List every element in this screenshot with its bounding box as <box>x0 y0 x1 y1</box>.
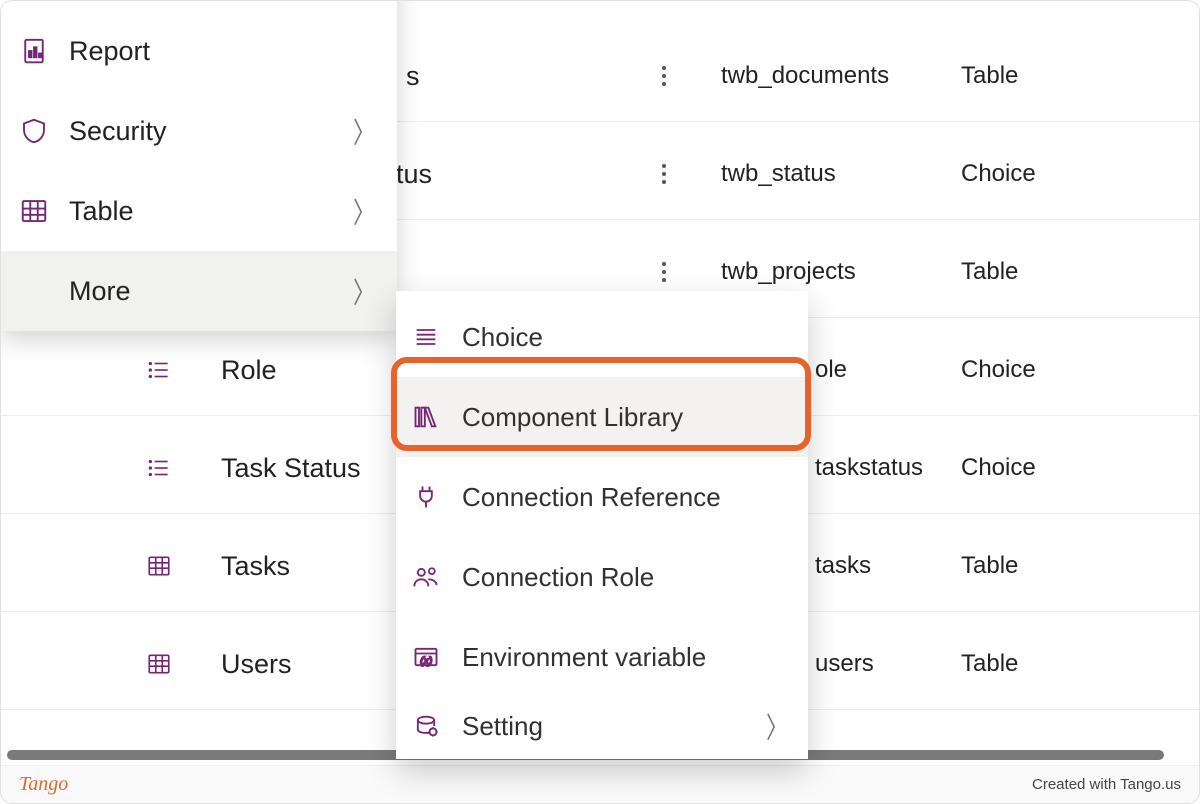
plug-icon <box>396 483 456 511</box>
row-actions[interactable] <box>652 262 676 282</box>
list-icon <box>139 357 179 383</box>
svg-text:(x): (x) <box>420 655 432 667</box>
cell-type: Choice <box>961 356 1036 384</box>
shield-icon <box>1 116 67 146</box>
menu-item-report[interactable]: Report <box>1 11 397 91</box>
submenu-item-choice[interactable]: Choice <box>396 297 808 377</box>
chevron-right-icon: 〉 <box>353 270 375 312</box>
menu-label: Table <box>67 196 134 227</box>
cell-display: Task Status <box>221 453 361 484</box>
menu-item-security[interactable]: Security 〉 <box>1 91 397 171</box>
report-icon <box>1 36 67 66</box>
cell-type: Table <box>961 62 1018 90</box>
menu-label: More <box>67 276 131 307</box>
tango-brand: Tango <box>19 773 68 796</box>
submenu-label: Component Library <box>456 402 683 433</box>
content-area: s twb_documents Table tus twb_status Cho… <box>1 1 1199 765</box>
table-icon <box>139 651 179 677</box>
cell-display: Tasks <box>221 551 290 582</box>
more-icon <box>652 164 676 184</box>
cell-type: Table <box>961 650 1018 678</box>
cell-name: twb_projects <box>721 258 856 286</box>
chevron-right-icon: 〉 <box>353 190 375 232</box>
cell-name-fragment: taskstatus <box>815 454 923 482</box>
submenu-label: Environment variable <box>456 642 706 673</box>
submenu-label: Connection Role <box>456 562 654 593</box>
menu-label: Report <box>67 36 150 67</box>
footer-credit: Created with Tango.us <box>1032 776 1181 793</box>
menu-label: Security <box>67 116 167 147</box>
footer: Tango Created with Tango.us <box>1 765 1199 803</box>
row-actions[interactable] <box>652 164 676 184</box>
app-frame: s twb_documents Table tus twb_status Cho… <box>0 0 1200 804</box>
more-icon <box>652 262 676 282</box>
cell-name-fragment: tasks <box>815 552 871 580</box>
cell-name: twb_status <box>721 160 836 188</box>
table-icon <box>139 553 179 579</box>
more-icon <box>652 66 676 86</box>
submenu-item-environment-variable[interactable]: (x) Environment variable <box>396 617 808 697</box>
setting-icon <box>396 712 456 740</box>
submenu-more: Choice Component Library Connection Refe… <box>396 291 808 759</box>
row-actions[interactable] <box>652 66 676 86</box>
menu-item-more[interactable]: More 〉 <box>1 251 397 331</box>
cell-display: Role <box>221 355 277 386</box>
submenu-item-component-library[interactable]: Component Library <box>396 377 808 457</box>
cell-name-fragment: users <box>815 650 874 678</box>
library-icon <box>396 403 456 431</box>
submenu-item-connection-role[interactable]: Connection Role <box>396 537 808 617</box>
menu-item-dashboard[interactable]: Dashboard 〉 <box>1 0 397 11</box>
submenu-label: Connection Reference <box>456 482 721 513</box>
cell-name: twb_documents <box>721 62 889 90</box>
cell-type: Choice <box>961 160 1036 188</box>
context-menu: Dashboard 〉 Report Security 〉 T <box>1 0 397 331</box>
people-icon <box>396 563 456 591</box>
table-icon <box>1 196 67 226</box>
cell-display-fragment: tus <box>396 159 432 190</box>
cell-type: Table <box>961 258 1018 286</box>
variable-icon: (x) <box>396 643 456 671</box>
list-icon <box>139 455 179 481</box>
chevron-right-icon: 〉 <box>766 705 788 747</box>
submenu-item-setting[interactable]: Setting 〉 <box>396 697 808 755</box>
chevron-right-icon: 〉 <box>353 110 375 152</box>
submenu-label: Choice <box>456 322 543 353</box>
cell-display-fragment: s <box>406 61 420 92</box>
cell-type: Table <box>961 552 1018 580</box>
submenu-item-connection-reference[interactable]: Connection Reference <box>396 457 808 537</box>
cell-display: Users <box>221 649 292 680</box>
choice-icon <box>396 323 456 351</box>
cell-name-fragment: ole <box>815 356 847 384</box>
cell-type: Choice <box>961 454 1036 482</box>
menu-item-table[interactable]: Table 〉 <box>1 171 397 251</box>
submenu-label: Setting <box>456 711 543 742</box>
